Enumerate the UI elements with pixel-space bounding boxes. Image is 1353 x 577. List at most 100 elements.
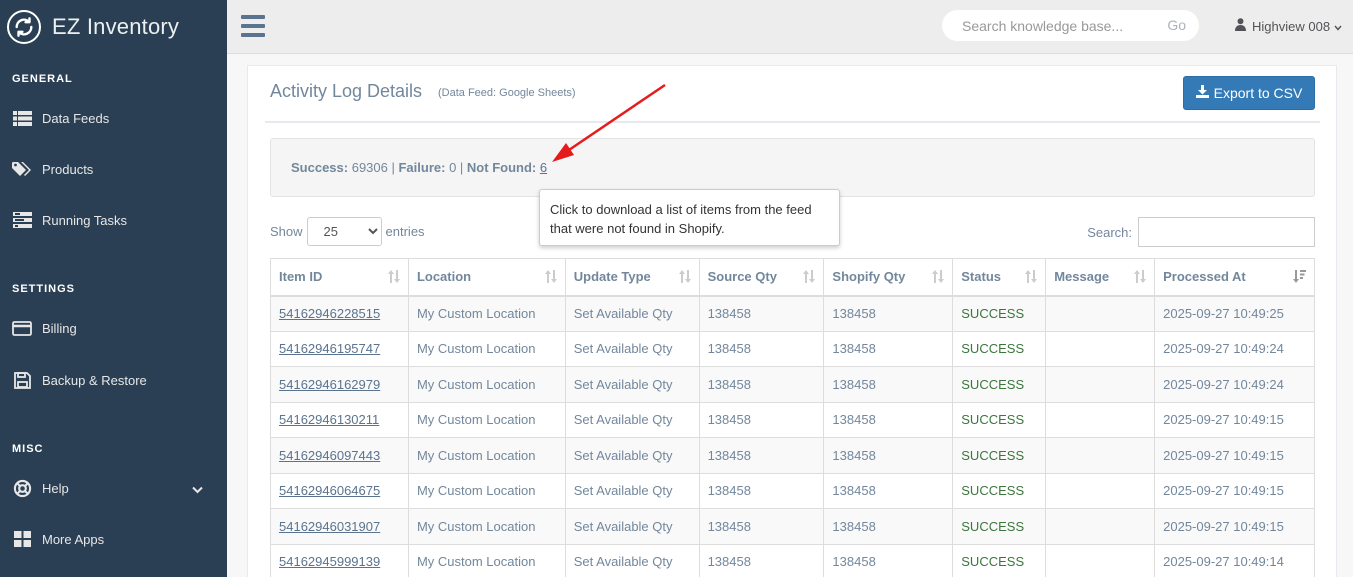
cell-item-id: 54162945999139 <box>270 543 409 577</box>
column-header-label: Processed At <box>1163 269 1246 285</box>
table-row: 54162946064675 My Custom Location Set Avai… <box>270 472 1315 509</box>
cell-shopify-qty: 138458 <box>823 330 954 367</box>
entries-select[interactable]: 25 <box>306 217 382 246</box>
cell-shopify-qty: 138458 <box>823 366 954 403</box>
item-id-link[interactable]: 54162946064675 <box>279 483 380 498</box>
item-id-link[interactable]: 54162946195747 <box>279 341 380 356</box>
column-header[interactable]: Processed At <box>1154 258 1315 297</box>
download-icon <box>1195 85 1209 101</box>
sidebar: EZ Inventory GENERAL Data Feeds Products… <box>0 0 227 577</box>
sidebar-item-data-feeds[interactable]: Data Feeds <box>0 103 227 133</box>
section-general: GENERAL <box>12 73 73 85</box>
data-feed-subtitle: (Data Feed: Google Sheets) <box>438 87 576 99</box>
cell-location: My Custom Location <box>407 472 566 509</box>
item-id-link[interactable]: 54162946097443 <box>279 448 380 463</box>
activity-log-table: Item ID Location Update Type Source Qty Shop… <box>270 258 1315 577</box>
cell-source-qty: 138458 <box>698 437 825 474</box>
cell-item-id: 54162946031907 <box>270 508 409 545</box>
sidebar-item-label: Running Tasks <box>42 212 128 228</box>
chevron-down-icon <box>1334 19 1342 34</box>
cell-update-type: Set Available Qty <box>564 295 700 332</box>
life-ring-icon <box>12 479 32 497</box>
cell-message <box>1045 295 1156 332</box>
cell-message <box>1045 401 1156 438</box>
cell-location: My Custom Location <box>407 366 566 403</box>
column-header[interactable]: Message <box>1045 258 1156 297</box>
cell-shopify-qty: 138458 <box>823 472 954 509</box>
sidebar-item-billing[interactable]: Billing <box>0 313 227 343</box>
cell-processed-at: 2025-09-27 10:49:15 <box>1154 472 1315 509</box>
cell-shopify-qty: 138458 <box>823 295 954 332</box>
column-header[interactable]: Shopify Qty <box>823 258 954 297</box>
table-row: 54162946130211 My Custom Location Set Avai… <box>270 401 1315 438</box>
cell-status: SUCCESS <box>952 366 1047 403</box>
sidebar-item-products[interactable]: Products <box>0 154 227 184</box>
cell-location: My Custom Location <box>407 401 566 438</box>
cell-message <box>1045 543 1156 577</box>
cell-source-qty: 138458 <box>698 401 825 438</box>
item-id-link[interactable]: 54162945999139 <box>279 554 380 569</box>
column-header[interactable]: Item ID <box>270 258 409 297</box>
sidebar-item-help[interactable]: Help <box>0 473 227 503</box>
cell-status: SUCCESS <box>952 472 1047 509</box>
sort-icon <box>544 270 557 286</box>
sidebar-item-label: Backup & Restore <box>42 372 147 388</box>
cell-status: SUCCESS <box>952 508 1047 545</box>
search-input[interactable] <box>942 17 1147 34</box>
grid-icon <box>12 530 32 548</box>
cell-update-type: Set Available Qty <box>564 508 700 545</box>
cell-update-type: Set Available Qty <box>564 401 700 438</box>
cell-shopify-qty: 138458 <box>823 401 954 438</box>
sidebar-item-running-tasks[interactable]: Running Tasks <box>0 205 227 235</box>
table-header-row: Item ID Location Update Type Source Qty Shop… <box>270 258 1315 297</box>
search-go-button[interactable]: Go <box>1167 17 1186 33</box>
menu-toggle-icon[interactable] <box>241 15 265 37</box>
sort-icon <box>1134 270 1147 286</box>
cell-message <box>1045 472 1156 509</box>
table-search-input[interactable] <box>1138 217 1315 247</box>
cell-shopify-qty: 138458 <box>823 437 954 474</box>
item-id-link[interactable]: 54162946031907 <box>279 519 380 534</box>
not-found-label: Not Found: <box>466 160 537 175</box>
column-header-label: Message <box>1054 269 1110 285</box>
cell-message <box>1045 366 1156 403</box>
cell-item-id: 54162946162979 <box>270 366 409 403</box>
cell-source-qty: 138458 <box>698 543 825 577</box>
item-id-link[interactable]: 54162946228515 <box>279 306 380 321</box>
cell-location: My Custom Location <box>407 508 566 545</box>
not-found-tooltip: Click to download a list of items from t… <box>539 189 840 246</box>
item-id-link[interactable]: 54162946130211 <box>279 412 379 427</box>
sort-icon <box>1025 270 1038 286</box>
cell-source-qty: 138458 <box>698 295 825 332</box>
tags-icon <box>12 160 32 178</box>
user-menu[interactable]: Highview 008 <box>1235 18 1342 34</box>
table-row: 54162945999139 My Custom Location Set Avai… <box>270 543 1315 577</box>
cell-source-qty: 138458 <box>698 366 825 403</box>
sidebar-item-more-apps[interactable]: More Apps <box>0 524 227 554</box>
cell-source-qty: 138458 <box>698 330 825 367</box>
cell-update-type: Set Available Qty <box>564 472 700 509</box>
export-csv-button[interactable]: Export to CSV <box>1183 76 1315 110</box>
cell-update-type: Set Available Qty <box>564 366 700 403</box>
table-row: 54162946097443 My Custom Location Set Avai… <box>270 437 1315 474</box>
show-label: Show <box>270 224 303 239</box>
not-found-link[interactable]: 6 <box>540 160 547 175</box>
column-header[interactable]: Status <box>952 258 1047 297</box>
cell-shopify-qty: 138458 <box>823 508 954 545</box>
brand[interactable]: EZ Inventory <box>0 0 227 54</box>
section-misc: MISC <box>12 443 44 455</box>
knowledge-base-search: Go <box>942 10 1199 41</box>
column-header[interactable]: Update Type <box>564 258 700 297</box>
sidebar-item-backup-restore[interactable]: Backup & Restore <box>0 365 227 395</box>
cell-processed-at: 2025-09-27 10:49:15 <box>1154 508 1315 545</box>
cell-location: My Custom Location <box>407 543 566 577</box>
column-header-label: Location <box>416 269 472 285</box>
cell-status: SUCCESS <box>952 295 1047 332</box>
item-id-link[interactable]: 54162946162979 <box>279 377 380 392</box>
search-label: Search: <box>1087 224 1132 240</box>
entries-length-control: Show 25 entries <box>270 217 425 246</box>
column-header[interactable]: Source Qty <box>698 258 825 297</box>
cell-message <box>1045 508 1156 545</box>
user-icon <box>1235 18 1246 34</box>
column-header[interactable]: Location <box>407 258 566 297</box>
